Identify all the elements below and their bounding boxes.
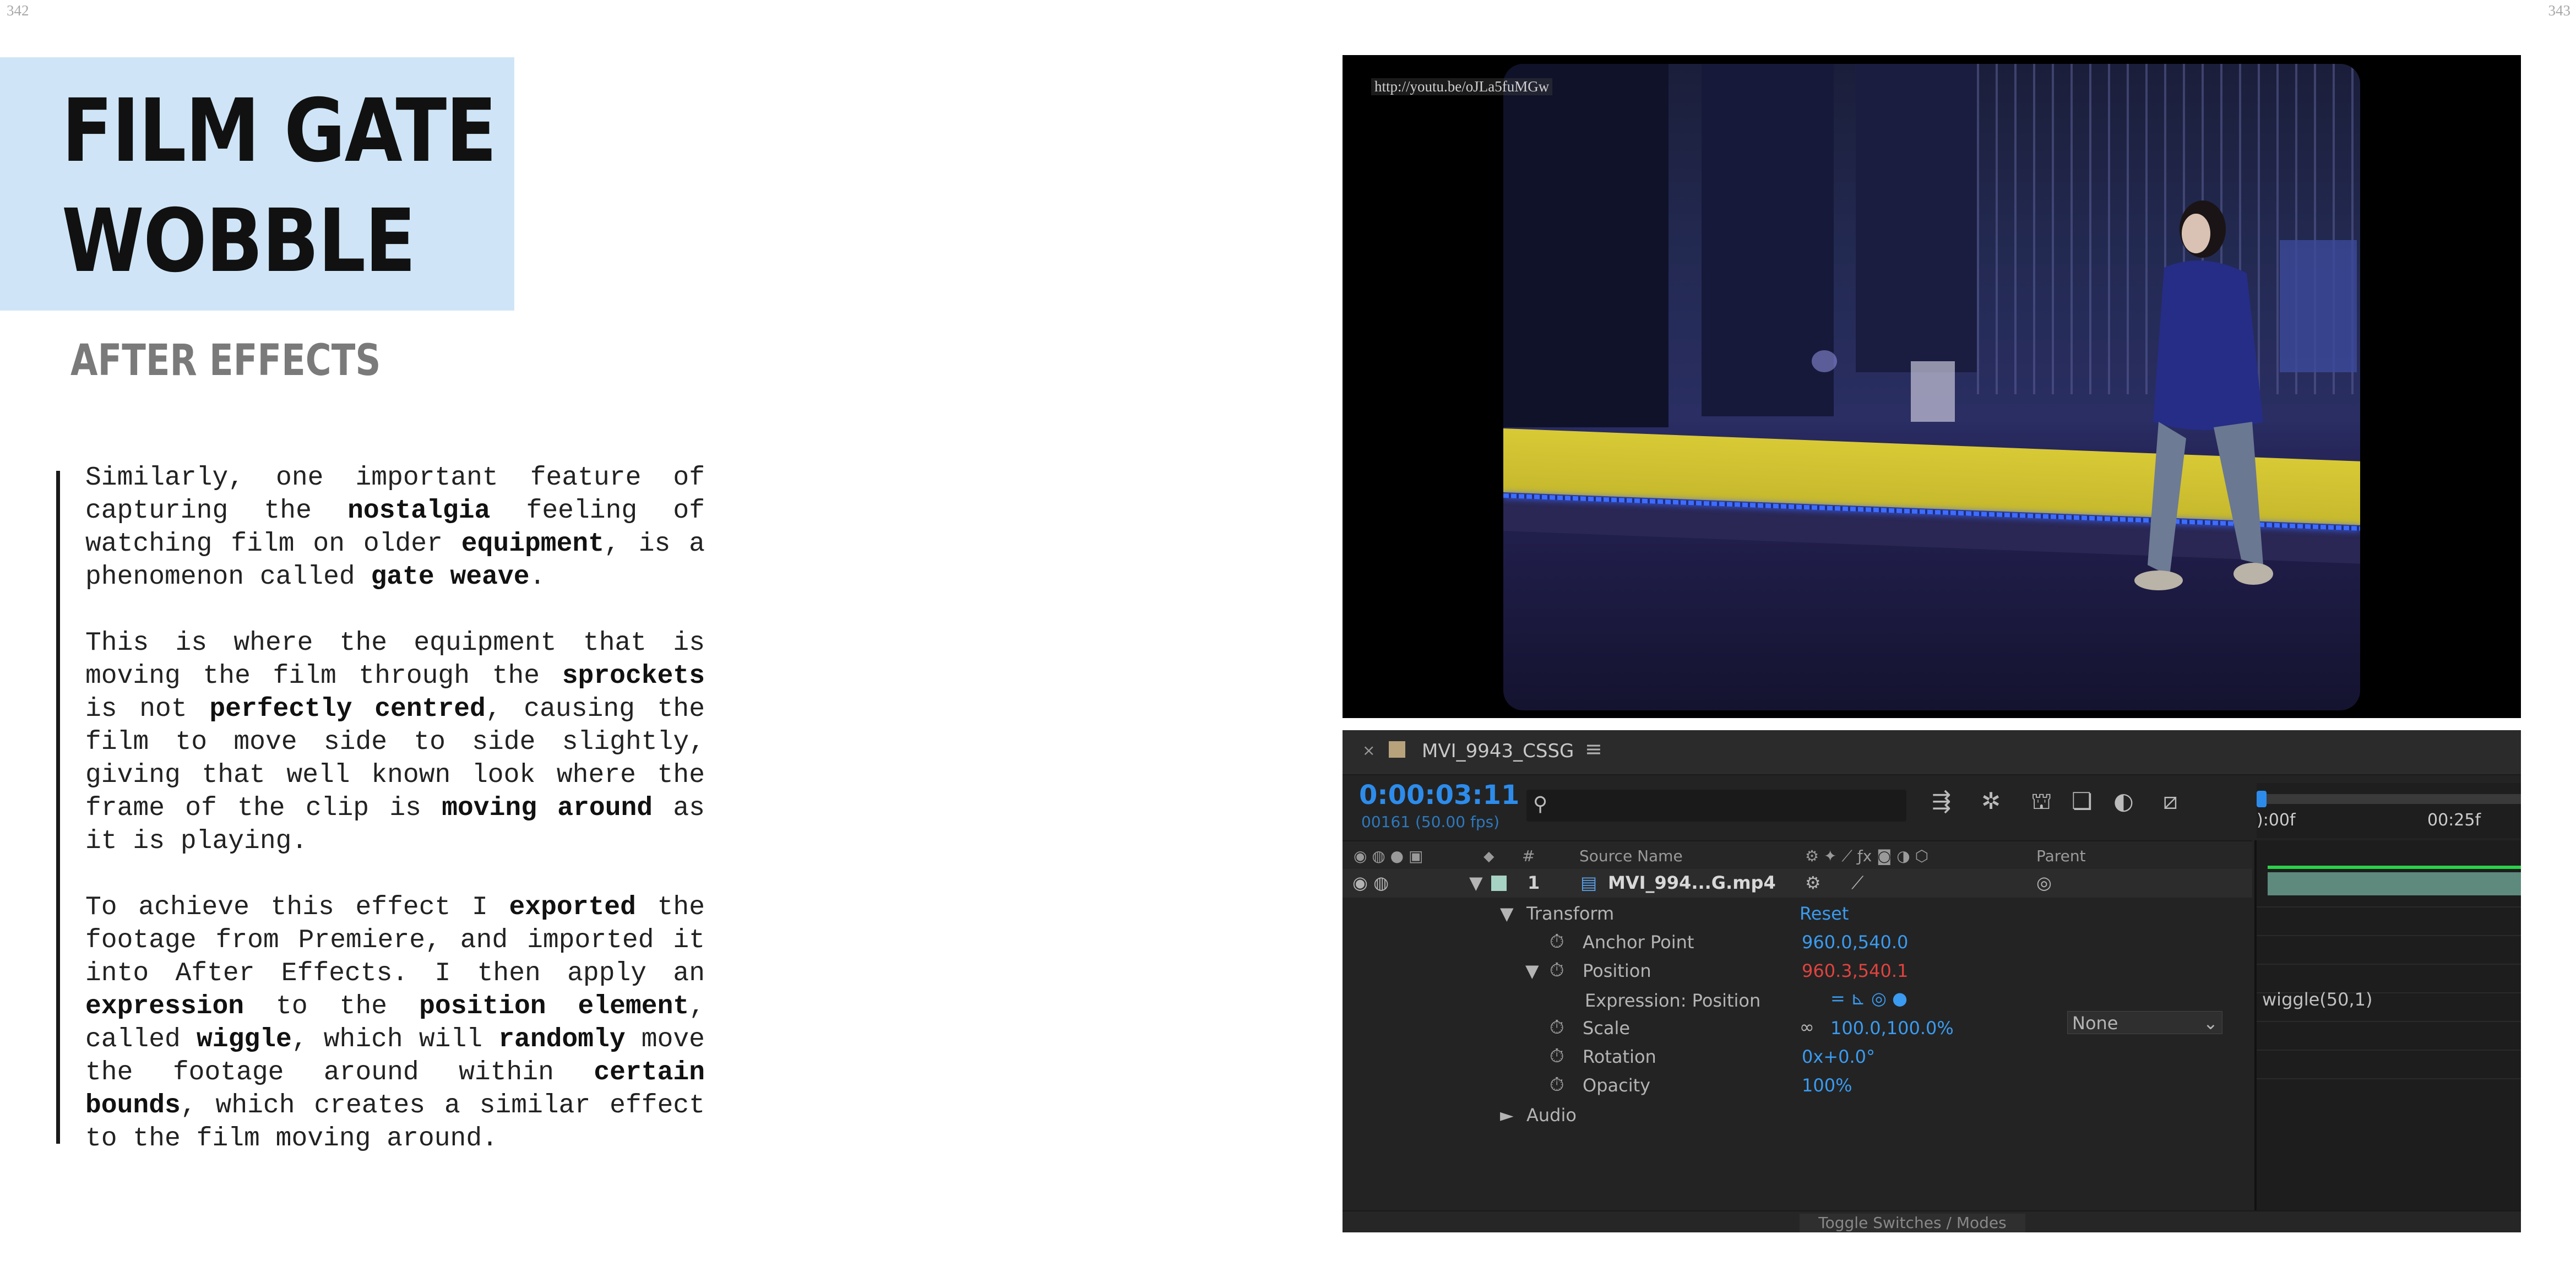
paragraph-1: Similarly, one important feature of capt… <box>85 463 705 592</box>
frame-blending-icon[interactable]: ❏ <box>2072 787 2093 814</box>
work-area-start-handle[interactable] <box>2257 791 2267 807</box>
shy-layers-icon[interactable]: ⛫ <box>2031 787 2052 818</box>
body-text: Similarly, one important feature of capt… <box>85 461 705 1188</box>
ruler-label-25f: 00:25f <box>2427 811 2481 830</box>
layer-row[interactable]: ◉ ◍ ▼ 1 ▤ MVI_994...G.mp4 ⚙ ⟋ ◎ None ⌄ <box>1343 869 2252 1034</box>
position-expand-icon[interactable]: ▼ <box>1525 960 1539 981</box>
time-ruler[interactable]: ):00f 00:25f <box>2257 783 2521 838</box>
video-watermark-url: http://youtu.be/oJLa5fuMGw <box>1371 78 1553 95</box>
search-icon: ⚲ <box>1533 793 1548 816</box>
parent-header[interactable]: Parent <box>2036 847 2086 865</box>
track-divider <box>2257 1021 2521 1022</box>
position-label: Position <box>1583 960 1651 981</box>
expression-text[interactable]: wiggle(50,1) <box>2262 989 2372 1010</box>
collapse-transform-switch-icon[interactable]: ⚙ <box>1805 872 1821 893</box>
panel-menu-icon[interactable]: ≡ <box>1585 737 1602 761</box>
layer-search-input[interactable]: ⚲ <box>1526 790 1906 822</box>
footage-icon: ▤ <box>1580 872 1597 893</box>
video-image <box>1503 64 2360 710</box>
draft-3d-icon[interactable]: ✲ <box>1981 787 2001 814</box>
expression-controls-icon[interactable]: = ⊾ ◎ ● <box>1830 988 1907 1009</box>
video-frame: http://youtu.be/oJLa5fuMGw <box>1343 55 2521 718</box>
column-headers: ◉ ◍ ● ▣ ⬥ # Source Name ⚙ ✦ ⟋ ƒx ◙ ◑ ⬡ P… <box>1343 840 2252 870</box>
source-name-header[interactable]: Source Name <box>1579 847 1683 865</box>
title-line-1: FILM GATE <box>62 80 497 182</box>
av-switches-header-icon: ◉ ◍ ● ▣ <box>1354 847 1423 865</box>
rotation-label: Rotation <box>1583 1046 1656 1067</box>
scale-label: Scale <box>1583 1018 1631 1039</box>
anchor-point-value[interactable]: 960.0,540.0 <box>1802 932 1908 953</box>
close-tab-icon[interactable]: × <box>1362 741 1375 759</box>
stopwatch-icon[interactable]: ⏱ <box>1550 1017 1564 1039</box>
layer-number-header: # <box>1522 847 1535 865</box>
opacity-value[interactable]: 100% <box>1802 1075 1852 1096</box>
title-line-2: WOBBLE <box>62 191 416 292</box>
track-divider <box>2257 1078 2521 1079</box>
transform-expand-icon[interactable]: ▼ <box>1500 903 1514 924</box>
page-number-left: 342 <box>7 2 29 19</box>
expression-position-label: Expression: Position <box>1585 990 1761 1011</box>
work-area-indicator <box>2268 866 2521 869</box>
text-rule <box>56 471 60 1144</box>
anchor-point-label: Anchor Point <box>1583 932 1694 953</box>
paragraph-3: To achieve this effect I exported the fo… <box>85 893 705 1154</box>
layer-name[interactable]: MVI_994...G.mp4 <box>1608 872 1776 893</box>
page-subtitle: AFTER EFFECTS <box>70 336 381 385</box>
layer-label-color[interactable] <box>1491 876 1507 891</box>
parent-value: None <box>2072 1013 2118 1034</box>
scale-value[interactable]: 100.0,100.0% <box>1830 1018 1954 1039</box>
position-value[interactable]: 960.3,540.1 <box>1802 960 1908 981</box>
page-number-right: 343 <box>2548 2 2571 19</box>
audio-group-label[interactable]: Audio <box>1526 1105 1577 1126</box>
composition-color-swatch <box>1389 741 1405 758</box>
current-time-display[interactable]: 0:00:03:11 <box>1359 780 1519 811</box>
layer-visibility-icon[interactable]: ◉ ◍ <box>1352 872 1389 893</box>
track-divider <box>2257 906 2521 907</box>
transform-group-label[interactable]: Transform <box>1526 903 1614 924</box>
graph-editor-icon[interactable]: ⧄ <box>2163 787 2178 815</box>
stopwatch-icon[interactable]: ⏱ <box>1550 959 1564 981</box>
stopwatch-icon[interactable]: ⏱ <box>1550 1074 1564 1096</box>
audio-expand-icon[interactable]: ► <box>1500 1105 1514 1126</box>
timeline-footer: Toggle Switches / Modes <box>1343 1210 2521 1232</box>
work-area-bar[interactable] <box>2257 794 2521 804</box>
toggle-switches-modes-button[interactable]: Toggle Switches / Modes <box>1800 1214 2025 1232</box>
quality-switch-icon[interactable]: ⟋ <box>1851 872 1863 894</box>
track-divider <box>2257 935 2521 936</box>
composition-flowchart-icon[interactable]: ⇶ <box>1932 787 1951 814</box>
track-divider <box>2257 1050 2521 1051</box>
switches-header-icon: ⚙ ✦ ⟋ ƒx ◙ ◑ ⬡ <box>1805 847 1929 865</box>
stopwatch-icon[interactable]: ⏱ <box>1550 1045 1564 1067</box>
paragraph-2: This is where the equipment that is movi… <box>85 628 705 856</box>
track-divider <box>2257 964 2521 965</box>
opacity-label: Opacity <box>1583 1075 1651 1096</box>
pick-whip-icon[interactable]: ◎ <box>2036 872 2052 893</box>
label-header-icon: ⬥ <box>1483 847 1494 865</box>
expand-layer-icon[interactable]: ▼ <box>1469 872 1483 893</box>
rotation-value[interactable]: 0x+0.0° <box>1802 1046 1875 1067</box>
parent-dropdown[interactable]: None ⌄ <box>2067 1011 2222 1034</box>
page-title: FILM GATE WOBBLE <box>62 76 497 296</box>
transform-reset-link[interactable]: Reset <box>1800 903 1849 924</box>
ruler-label-start: ):00f <box>2257 811 2296 830</box>
layer-number: 1 <box>1528 872 1540 893</box>
layer-duration-bar[interactable] <box>2268 872 2521 895</box>
composition-name: MVI_9943_CSSG <box>1422 740 1574 762</box>
after-effects-timeline-panel: × MVI_9943_CSSG ≡ 0:00:03:11 00161 (50.0… <box>1343 730 2521 1232</box>
stopwatch-icon[interactable]: ⏱ <box>1550 931 1564 953</box>
timeline-track-area[interactable] <box>2254 840 2521 1232</box>
seated-person <box>2134 200 2273 590</box>
motion-blur-icon[interactable]: ◐ <box>2113 787 2134 814</box>
constrain-proportions-icon[interactable]: ∞ <box>1800 1017 1814 1037</box>
composition-tab[interactable]: × MVI_9943_CSSG ≡ <box>1343 730 2521 775</box>
frame-count-display: 00161 (50.00 fps) <box>1361 813 1500 831</box>
chevron-down-icon: ⌄ <box>2203 1013 2218 1034</box>
